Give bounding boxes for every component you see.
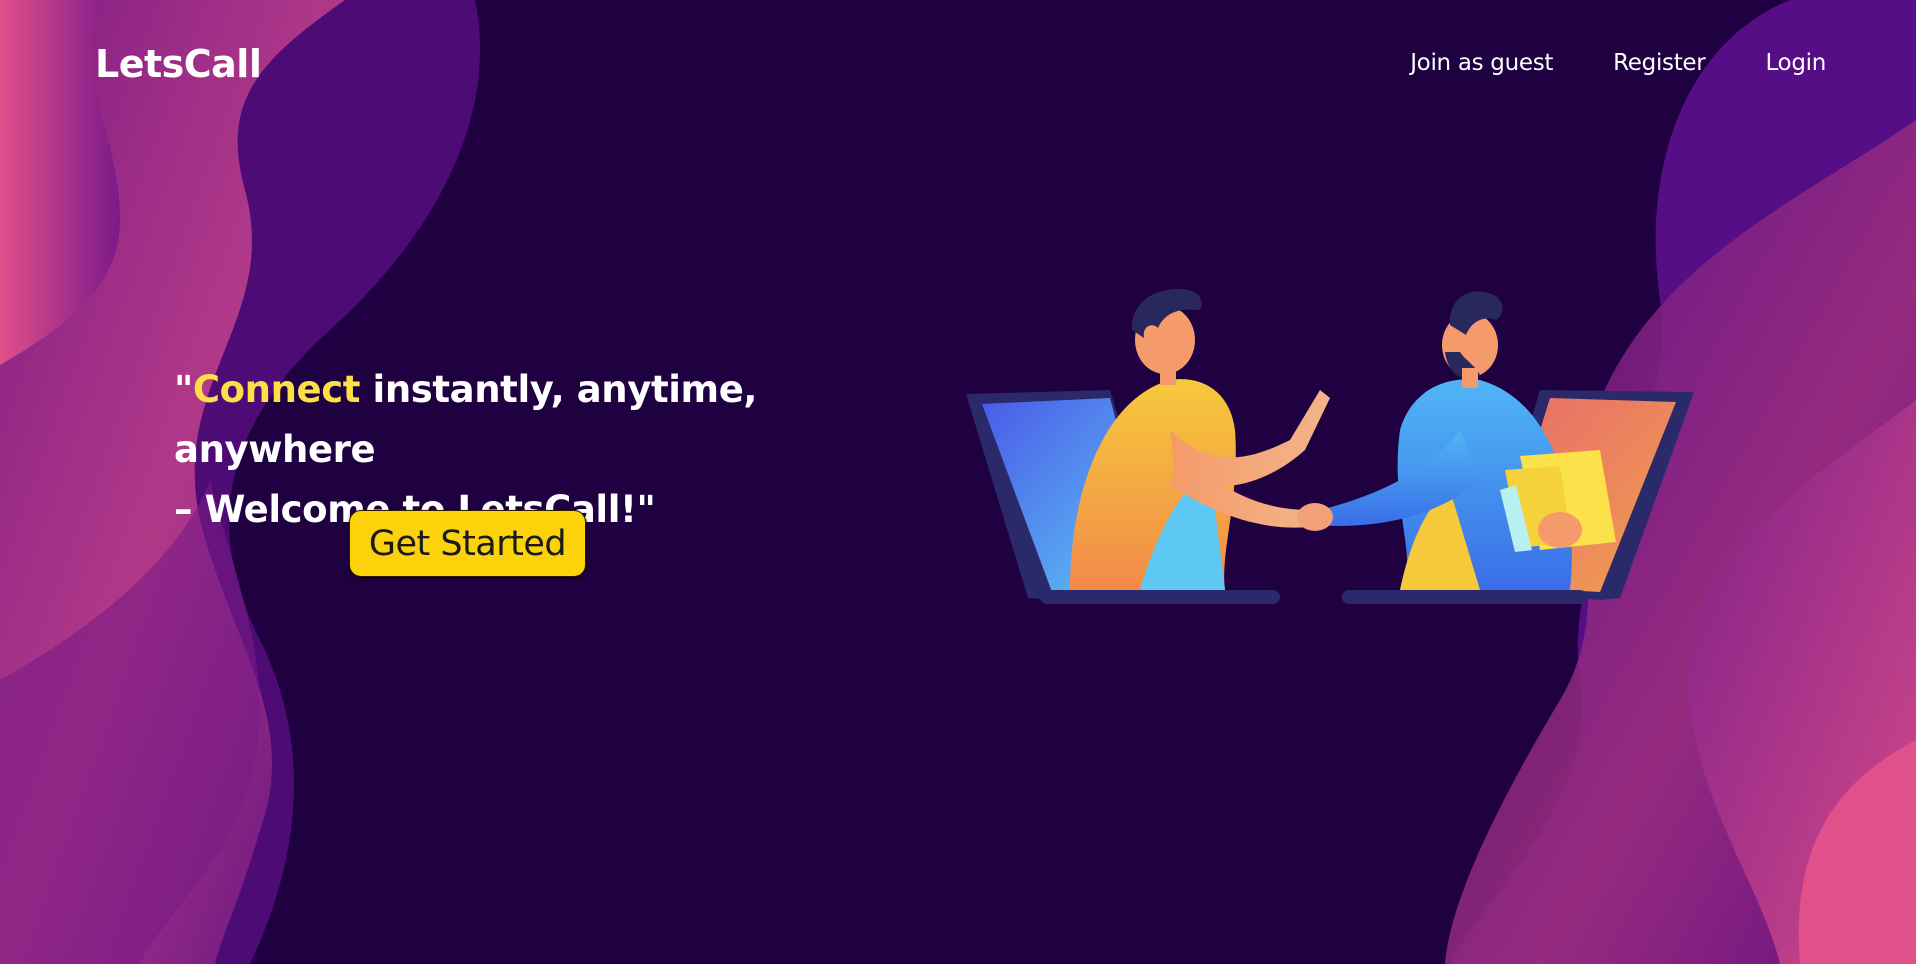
nav-links: Join as guest Register Login [1410, 50, 1826, 76]
brand-logo[interactable]: LetsCall [95, 42, 262, 86]
handshake [1297, 503, 1333, 531]
login-link[interactable]: Login [1765, 50, 1826, 76]
navbar: LetsCall Join as guest Register Login [0, 0, 1916, 130]
hero-section: "Connect instantly, anytime, anywhere – W… [174, 360, 934, 577]
join-as-guest-link[interactable]: Join as guest [1410, 50, 1553, 76]
get-started-button[interactable]: Get Started [349, 510, 586, 577]
left-person [1070, 289, 1330, 590]
video-call-handshake-illustration [966, 289, 1694, 604]
register-link[interactable]: Register [1613, 50, 1706, 76]
headline-highlight: Connect [192, 368, 361, 411]
landing-page: LetsCall Join as guest Register Login "C… [0, 0, 1916, 964]
quote-open: " [174, 368, 193, 411]
